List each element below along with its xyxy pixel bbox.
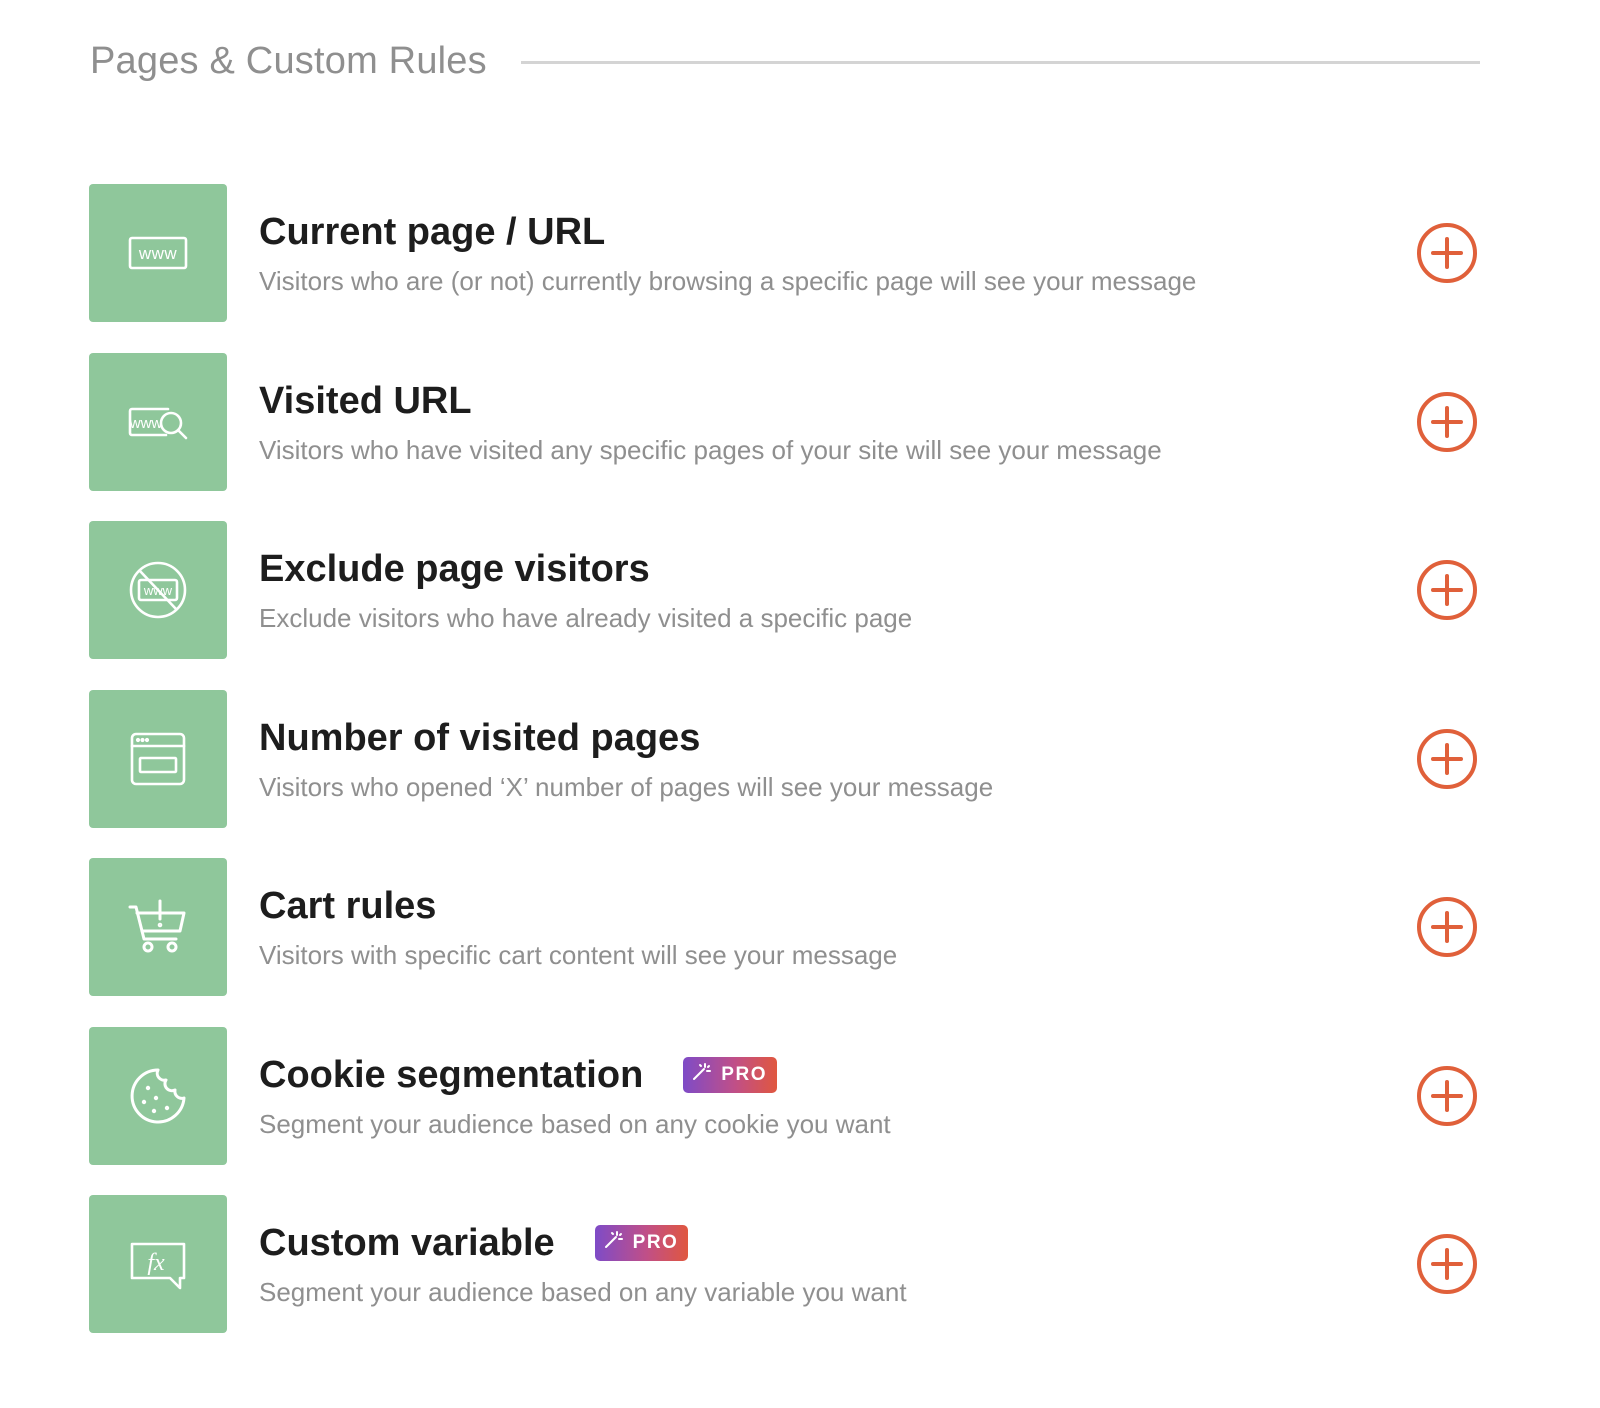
plus-circle-icon xyxy=(1416,1233,1478,1295)
magic-wand-icon xyxy=(603,1230,633,1256)
rule-text: Custom variable PRO Segment your audienc… xyxy=(259,1219,1359,1308)
svg-text:www: www xyxy=(129,415,163,432)
rule-title: Current page / URL xyxy=(259,210,606,253)
add-rule-button[interactable] xyxy=(1416,559,1478,621)
rule-description: Visitors who have visited any specific p… xyxy=(259,435,1162,465)
rule-description: Exclude visitors who have already visite… xyxy=(259,603,913,633)
rule-cookie-segmentation[interactable]: Cookie segmentation PRO Segment your aud… xyxy=(89,1027,1484,1165)
browser-window-icon xyxy=(126,727,190,791)
rule-icon-tile: www xyxy=(89,353,227,491)
cookie-icon xyxy=(126,1064,190,1128)
rule-text: Number of visited pages Visitors who ope… xyxy=(259,714,1359,803)
rule-exclude-page-visitors[interactable]: www Exclude page visitors Exclude visito… xyxy=(89,521,1484,659)
www-search-icon: www xyxy=(126,390,190,454)
add-rule-button[interactable] xyxy=(1416,1233,1478,1295)
rule-title: Visited URL xyxy=(259,379,472,422)
add-rule-button[interactable] xyxy=(1416,896,1478,958)
rule-description: Visitors who opened ‘X’ number of pages … xyxy=(259,772,994,802)
rule-visited-url[interactable]: www Visited URL Visitors who have visite… xyxy=(89,353,1484,491)
add-rule-button[interactable] xyxy=(1416,391,1478,453)
rule-description: Segment your audience based on any varia… xyxy=(259,1277,907,1307)
rule-text: Cookie segmentation PRO Segment your aud… xyxy=(259,1051,1359,1140)
add-rule-button[interactable] xyxy=(1416,222,1478,284)
www-blocked-icon: www xyxy=(126,558,190,622)
rule-text: Visited URL Visitors who have visited an… xyxy=(259,377,1359,466)
add-rule-button[interactable] xyxy=(1416,1065,1478,1127)
rule-title: Cookie segmentation xyxy=(259,1053,644,1096)
rule-description: Visitors who are (or not) currently brow… xyxy=(259,266,1197,296)
rule-text: Cart rules Visitors with specific cart c… xyxy=(259,882,1359,971)
function-bubble-icon: fx xyxy=(126,1232,190,1296)
rule-current-page-url[interactable]: www Current page / URL Visitors who are … xyxy=(89,184,1484,322)
cart-alert-icon xyxy=(126,895,190,959)
section-title: Pages & Custom Rules xyxy=(90,39,487,82)
rule-icon-tile: www xyxy=(89,521,227,659)
rule-custom-variable[interactable]: fx Custom variable PRO Segment your audi… xyxy=(89,1195,1484,1333)
magic-wand-icon xyxy=(691,1062,721,1088)
plus-circle-icon xyxy=(1416,896,1478,958)
plus-circle-icon xyxy=(1416,559,1478,621)
rule-description: Visitors with specific cart content will… xyxy=(259,940,898,970)
section-header: Pages & Custom Rules xyxy=(90,36,1480,86)
rule-number-of-visited-pages[interactable]: Number of visited pages Visitors who ope… xyxy=(89,690,1484,828)
rule-icon-tile xyxy=(89,858,227,996)
add-rule-button[interactable] xyxy=(1416,728,1478,790)
rule-icon-tile xyxy=(89,1027,227,1165)
rule-text: Exclude page visitors Exclude visitors w… xyxy=(259,545,1359,634)
svg-text:www: www xyxy=(138,244,178,263)
pro-badge-label: PRO xyxy=(721,1064,767,1085)
www-icon: www xyxy=(126,221,190,285)
plus-circle-icon xyxy=(1416,222,1478,284)
svg-text:fx: fx xyxy=(147,1250,165,1276)
rule-icon-tile: www xyxy=(89,184,227,322)
rule-icon-tile: fx xyxy=(89,1195,227,1333)
rule-title: Custom variable xyxy=(259,1221,555,1264)
rule-title: Cart rules xyxy=(259,884,437,927)
pro-badge: PRO xyxy=(683,1057,777,1093)
plus-circle-icon xyxy=(1416,728,1478,790)
plus-circle-icon xyxy=(1416,391,1478,453)
rule-icon-tile xyxy=(89,690,227,828)
section-divider xyxy=(520,60,1480,64)
rule-text: Current page / URL Visitors who are (or … xyxy=(259,208,1359,297)
rule-title: Number of visited pages xyxy=(259,716,701,759)
rule-title: Exclude page visitors xyxy=(259,547,650,590)
pro-badge-label: PRO xyxy=(632,1232,679,1253)
pro-badge: PRO xyxy=(594,1225,689,1261)
rule-description: Segment your audience based on any cooki… xyxy=(259,1109,891,1139)
plus-circle-icon xyxy=(1416,1065,1478,1127)
rule-cart-rules[interactable]: Cart rules Visitors with specific cart c… xyxy=(89,858,1484,996)
